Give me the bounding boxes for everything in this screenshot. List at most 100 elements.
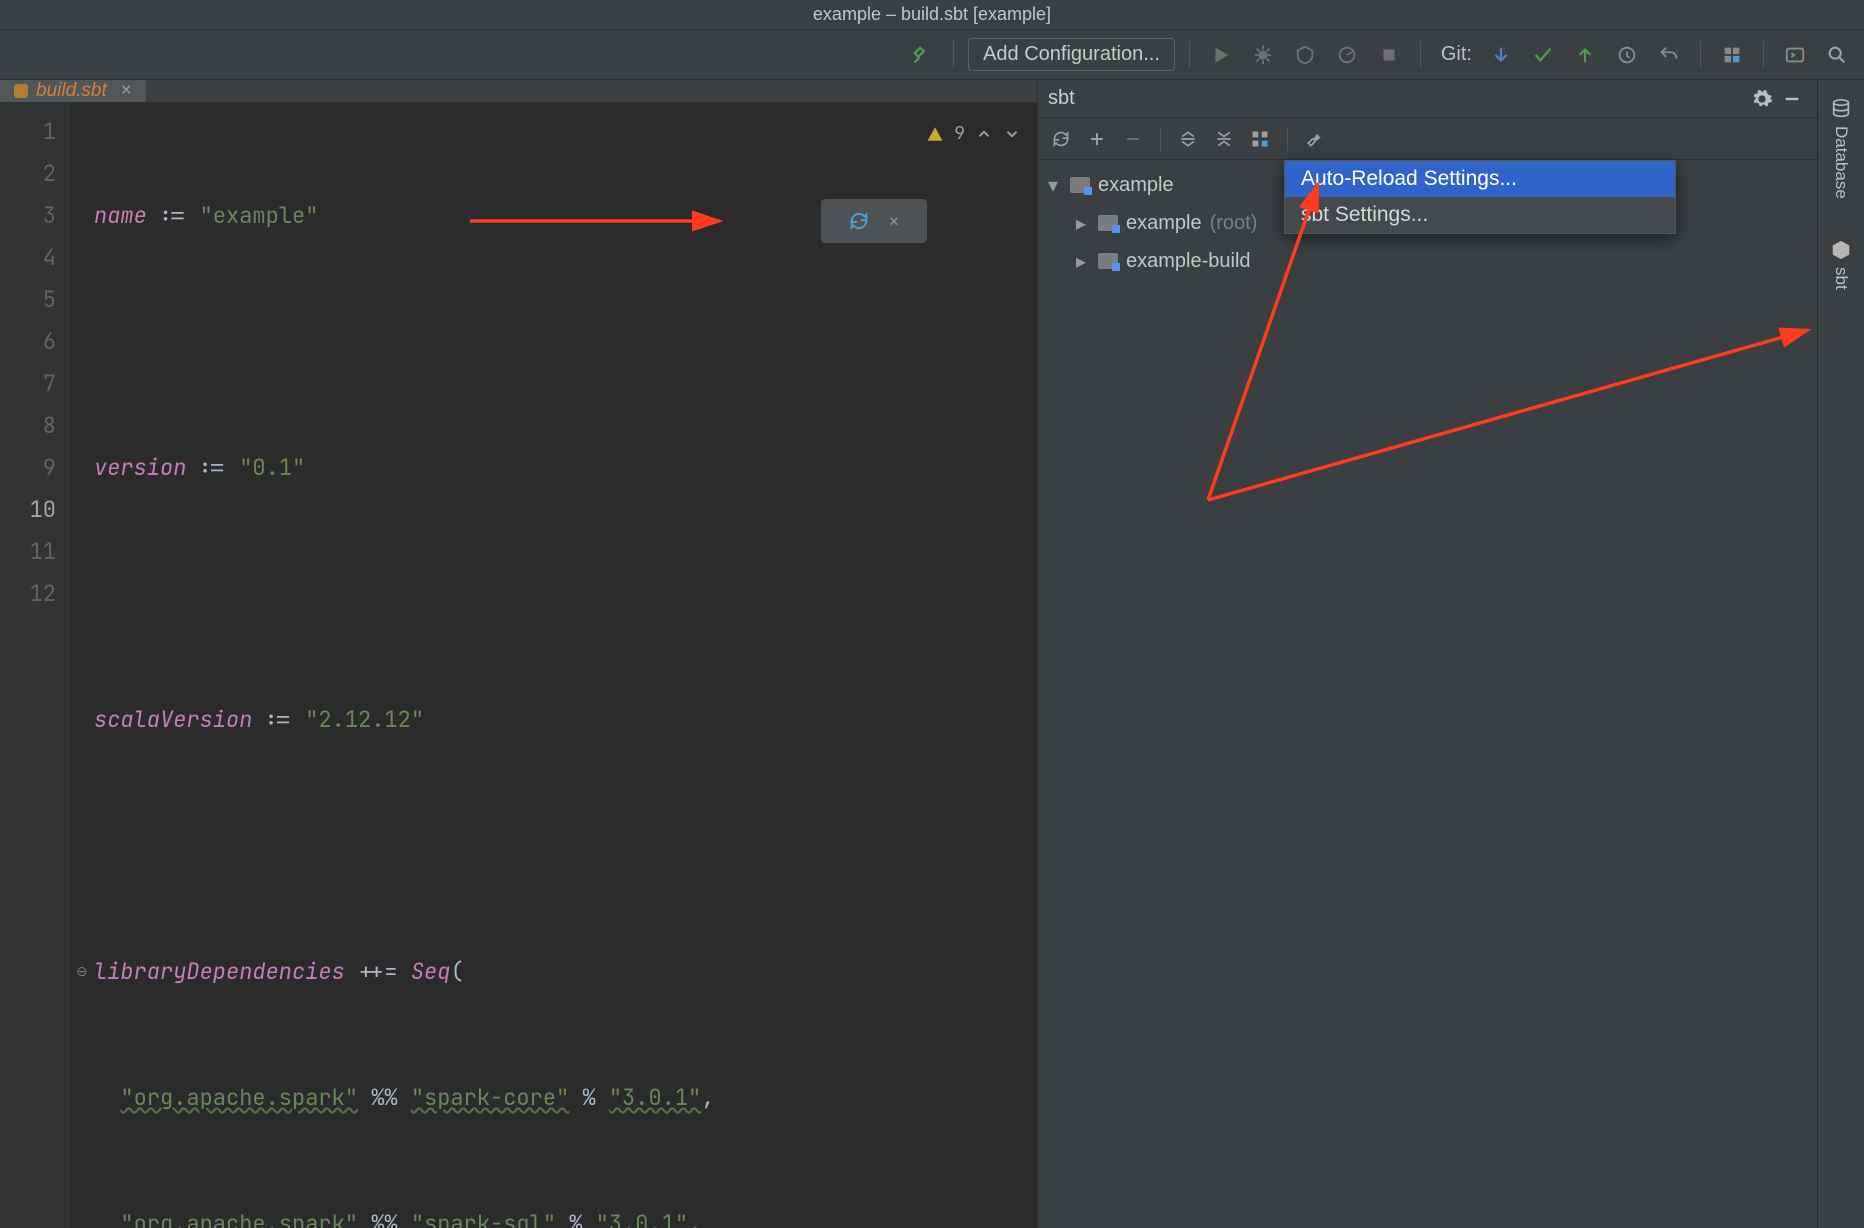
separator: [1189, 41, 1190, 69]
remove-icon[interactable]: [1118, 124, 1148, 154]
editor-pane: build.sbt × 1 2 3 4 5 6 7 8 9 10 11 12 n…: [0, 80, 1038, 1228]
window-titlebar: example – build.sbt [example]: [0, 0, 1864, 30]
gear-icon[interactable]: [1747, 84, 1777, 114]
sbt-tool-window: sbt ▾ example ▸ example: [1038, 80, 1818, 1228]
debug-icon[interactable]: [1246, 38, 1280, 72]
git-history-icon[interactable]: [1610, 38, 1644, 72]
run-icon[interactable]: [1204, 38, 1238, 72]
chevron-up-icon[interactable]: [975, 125, 993, 143]
git-commit-icon[interactable]: [1526, 38, 1560, 72]
show-structure-icon[interactable]: [1245, 124, 1275, 154]
reload-hint-panel: ×: [821, 199, 927, 243]
node-suffix: (root): [1210, 212, 1258, 235]
popup-sbt-settings[interactable]: sbt Settings...: [1285, 197, 1675, 233]
line-number: 2: [0, 153, 56, 195]
code-token: (: [450, 957, 463, 986]
minimize-icon[interactable]: [1777, 84, 1807, 114]
collapse-all-icon[interactable]: [1209, 124, 1239, 154]
code-editor[interactable]: 1 2 3 4 5 6 7 8 9 10 11 12 name := "exam…: [0, 103, 1037, 1228]
sbt-panel-title: sbt: [1048, 87, 1075, 110]
gutter: 1 2 3 4 5 6 7 8 9 10 11 12: [0, 103, 70, 1228]
code-token: "spark-sql": [411, 1209, 556, 1228]
code-token: Seq: [411, 957, 451, 986]
code-token: libraryDependencies: [94, 957, 345, 986]
separator: [1420, 41, 1421, 69]
git-rollback-icon[interactable]: [1652, 38, 1686, 72]
reload-all-icon[interactable]: [1046, 124, 1076, 154]
inspection-widget[interactable]: 9: [926, 113, 1021, 155]
run-anything-icon[interactable]: [1778, 38, 1812, 72]
popup-auto-reload-settings[interactable]: Auto-Reload Settings...: [1285, 161, 1675, 197]
rail-label: Database: [1831, 126, 1851, 199]
code-token: "example": [200, 201, 319, 230]
code-token: version: [94, 453, 186, 482]
build-hammer-icon[interactable]: [905, 38, 939, 72]
code-token: "org.apache.spark": [120, 1209, 358, 1228]
rail-sbt[interactable]: sbt: [1818, 229, 1864, 300]
code-token: "0.1": [239, 453, 305, 482]
sbt-panel-header: sbt: [1038, 80, 1817, 118]
tab-label: build.sbt: [36, 80, 107, 102]
sbt-project-tree[interactable]: ▾ example ▸ example (root) ▸ example-bui…: [1038, 160, 1817, 1228]
main-toolbar: Add Configuration... Git:: [0, 30, 1864, 80]
line-number: 5: [0, 279, 56, 321]
code-token: "3.0.1": [596, 1209, 688, 1228]
line-number: 8: [0, 405, 56, 447]
line-number: 10: [0, 489, 56, 531]
tab-build-sbt[interactable]: build.sbt ×: [0, 80, 146, 102]
line-number: 4: [0, 237, 56, 279]
chevron-right-icon[interactable]: ▸: [1076, 211, 1090, 236]
right-tool-rail: Database sbt: [1818, 80, 1864, 1228]
project-structure-icon[interactable]: [1715, 38, 1749, 72]
separator: [1287, 127, 1288, 151]
rail-label: sbt: [1831, 267, 1851, 290]
code-token: "3.0.1": [609, 1083, 701, 1112]
code-token: %: [569, 1209, 582, 1228]
module-folder-icon: [1070, 177, 1090, 193]
expand-all-icon[interactable]: [1173, 124, 1203, 154]
code-token: :=: [266, 705, 292, 734]
git-pull-icon[interactable]: [1484, 38, 1518, 72]
code-token: ++=: [358, 957, 398, 986]
code-token: %%: [371, 1083, 397, 1112]
tab-close-icon[interactable]: ×: [121, 80, 132, 102]
line-number: 11: [0, 531, 56, 573]
code-token: ,: [701, 1083, 714, 1112]
editor-tabs: build.sbt ×: [0, 80, 1037, 103]
wrench-icon[interactable]: [1300, 124, 1330, 154]
code-token: %%: [371, 1209, 397, 1228]
search-everywhere-icon[interactable]: [1820, 38, 1854, 72]
node-label: example: [1098, 174, 1174, 197]
add-icon[interactable]: [1082, 124, 1112, 154]
module-folder-icon: [1098, 253, 1118, 269]
separator: [1160, 127, 1161, 151]
rail-database[interactable]: Database: [1818, 88, 1864, 209]
database-icon: [1830, 98, 1852, 120]
sbt-settings-popup: Auto-Reload Settings... sbt Settings...: [1284, 160, 1676, 234]
coverage-icon[interactable]: [1288, 38, 1322, 72]
sbt-icon: [1830, 239, 1852, 261]
code-token: "spark-core": [411, 1083, 569, 1112]
tree-node-example-build[interactable]: ▸ example-build: [1048, 242, 1817, 280]
separator: [953, 41, 954, 69]
sbt-toolbar: [1038, 118, 1817, 160]
add-configuration-button[interactable]: Add Configuration...: [968, 38, 1175, 71]
code-token: scalaVersion: [94, 705, 252, 734]
node-label: example: [1126, 212, 1202, 235]
refresh-icon[interactable]: [848, 210, 870, 232]
git-push-icon[interactable]: [1568, 38, 1602, 72]
chevron-right-icon[interactable]: ▸: [1076, 249, 1090, 274]
line-number: 9: [0, 447, 56, 489]
profile-icon[interactable]: [1330, 38, 1364, 72]
line-number: 12: [0, 573, 56, 615]
code-area[interactable]: name := "example" version := "0.1" scala…: [70, 103, 1037, 1228]
code-token: "2.12.12": [305, 705, 424, 734]
chevron-down-icon[interactable]: [1003, 125, 1021, 143]
line-number: 7: [0, 363, 56, 405]
fold-icon[interactable]: ⊖: [76, 951, 90, 965]
chevron-down-icon[interactable]: ▾: [1048, 173, 1062, 198]
close-icon[interactable]: ×: [888, 200, 900, 242]
stop-icon[interactable]: [1372, 38, 1406, 72]
code-token: "org.apache.spark": [120, 1083, 358, 1112]
separator: [1763, 41, 1764, 69]
